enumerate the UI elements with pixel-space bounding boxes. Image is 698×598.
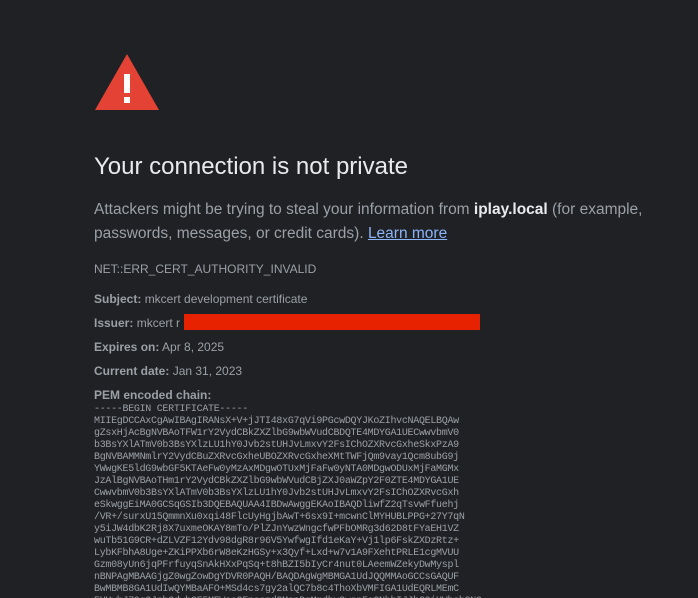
pem-chain: -----BEGIN CERTIFICATE----- MIIEgDCCAxCgA… [94, 404, 544, 598]
warning-icon [95, 54, 159, 110]
subject-row: Subject: mkcert development certificate [94, 291, 307, 307]
error-code: NET::ERR_CERT_AUTHORITY_INVALID [94, 262, 317, 276]
subject-value: mkcert development certificate [144, 292, 308, 306]
current-date-row: Current date: Jan 31, 2023 [94, 363, 242, 379]
issuer-label: Issuer: [94, 316, 134, 330]
explanation-before: Attackers might be trying to steal your … [94, 201, 474, 218]
pem-line: wuTb51G9CR+dZLVZF12Ydv98dgR8r96V5YwfwgIf… [94, 536, 459, 547]
page-title: Your connection is not private [94, 153, 408, 180]
expires-value: Apr 8, 2025 [162, 340, 225, 354]
pem-line: MIIEgDCCAxCgAwIBAgIRANsX+V+jJTI48xG7qVi9… [94, 416, 459, 427]
pem-line: y5iJW4dbK2Rj8X7uxmeOKAY8mTo/PlZJnYwzWngc… [94, 524, 459, 535]
learn-more-link[interactable]: Learn more [368, 225, 447, 242]
current-date-label: Current date: [94, 364, 170, 378]
pem-line: LybKFbhA8Uge+ZKiPPXb6rW8eKzHGSy+x3Qyf+Lx… [94, 548, 459, 559]
pem-line: YWwgKE5ldG9wbGF5KTAeFw0yMzAxMDgwOTUxMjFa… [94, 464, 459, 475]
redaction-bar [184, 314, 480, 330]
warning-icon-dot [124, 97, 130, 103]
subject-label: Subject: [94, 292, 142, 306]
pem-line: b3BsYXlATmV0b3BsYXlzLU1hY0Jvb2stUHJvLmxv… [94, 440, 459, 451]
pem-line: nBNPAgMBAAGjgZ0wgZowDgYDVR0PAQH/BAQDAgWg… [94, 572, 459, 583]
current-date-value: Jan 31, 2023 [172, 364, 243, 378]
issuer-value: mkcert r [136, 316, 181, 330]
pem-line: CwwvbmV0b3BsYXlATmV0b3BsYXlzLU1hY0Jvb2st… [94, 488, 459, 499]
issuer-row: Issuer: mkcert r [94, 315, 180, 331]
pem-line: BwMBMB8GA1UdIwQYMBaAFO+MSd4cs7gy2alQC7b8… [94, 584, 459, 595]
expires-row: Expires on: Apr 8, 2025 [94, 339, 224, 355]
pem-line: Gzm08yUn6jqPFrfuyqSnAkHXxPqSq+t8hBZI5bIy… [94, 560, 459, 571]
pem-label-row: PEM encoded chain: [94, 387, 211, 403]
pem-label: PEM encoded chain: [94, 388, 212, 402]
pem-line: -----BEGIN CERTIFICATE----- [94, 404, 248, 415]
pem-line: eSkwggEiMA0GCSqGSIb3DQEBAQUAA4IBDwAwggEK… [94, 500, 459, 511]
pem-line: /VR+/surxU15QmmnXu0xqi48FlcUyHgjbAwT+6sx… [94, 512, 465, 523]
host-name: iplay.local [473, 201, 548, 218]
pem-line: gZsxHjAcBgNVBAoTFW1rY2VydCBkZXZlbG9wbWVu… [94, 428, 459, 439]
expires-label: Expires on: [94, 340, 160, 354]
warning-icon-bar [124, 74, 130, 93]
pem-line: JzAlBgNVBAoTHm1rY2VydCBkZXZlbG9wbWVudCBj… [94, 476, 459, 487]
pem-line: BgNVBAMMNmlrY2VydCBuZXRvcGxheUBOZXRvcGxh… [94, 452, 459, 463]
explanation-text: Attackers might be trying to steal your … [94, 198, 669, 246]
